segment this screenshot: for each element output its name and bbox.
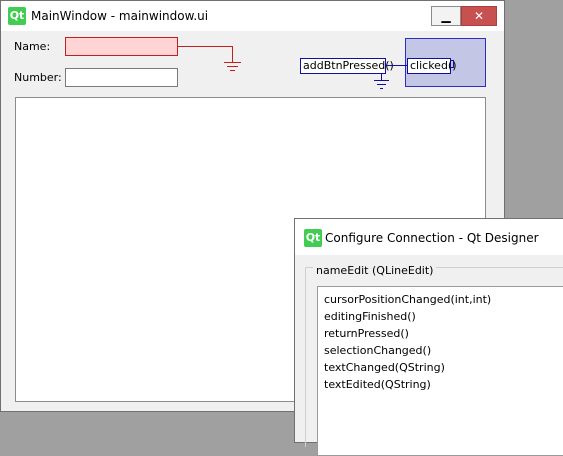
dangling-connection-wire bbox=[178, 46, 232, 47]
dangling-connection-wire bbox=[232, 46, 233, 62]
ground-icon bbox=[374, 80, 389, 81]
list-item[interactable]: editingFinished() bbox=[324, 308, 563, 325]
qt-logo-icon: Qt bbox=[304, 229, 322, 247]
ground-icon bbox=[377, 84, 386, 85]
dialog-title: Configure Connection - Qt Designer bbox=[325, 231, 539, 245]
number-edit[interactable] bbox=[65, 68, 178, 87]
ground-icon bbox=[227, 66, 238, 67]
list-item[interactable]: textChanged(QString) bbox=[324, 359, 563, 376]
minimize-button[interactable]: ▁ bbox=[431, 6, 461, 26]
signal-list[interactable]: cursorPositionChanged(int,int) editingFi… bbox=[317, 286, 563, 456]
ground-icon bbox=[380, 88, 383, 89]
main-window-title: MainWindow - mainwindow.ui bbox=[31, 9, 209, 23]
ground-icon bbox=[230, 70, 235, 71]
close-button[interactable]: ✕ bbox=[461, 6, 497, 26]
connection-wire bbox=[381, 73, 382, 80]
list-item[interactable]: returnPressed() bbox=[324, 325, 563, 342]
list-item[interactable]: textEdited(QString) bbox=[324, 376, 563, 393]
number-label: Number: bbox=[14, 71, 62, 84]
ground-icon bbox=[224, 62, 241, 63]
dialog-titlebar[interactable]: Qt Configure Connection - Qt Designer bbox=[295, 219, 563, 255]
connection-wire bbox=[386, 65, 407, 66]
name-label: Name: bbox=[14, 40, 51, 53]
slot-label[interactable]: addBtnPressed() bbox=[300, 58, 394, 74]
name-edit[interactable] bbox=[65, 37, 178, 56]
main-window-titlebar[interactable]: Qt MainWindow - mainwindow.ui ▁ ✕ bbox=[1, 1, 504, 31]
list-item[interactable]: selectionChanged() bbox=[324, 342, 563, 359]
list-item[interactable]: cursorPositionChanged(int,int) bbox=[324, 291, 563, 308]
signal-label[interactable]: clicked() bbox=[407, 58, 457, 74]
configure-connection-dialog: Qt Configure Connection - Qt Designer na… bbox=[294, 218, 563, 456]
connection-endpoint-icon bbox=[450, 60, 454, 68]
sender-group-title: nameEdit (QLineEdit) bbox=[313, 264, 437, 277]
qt-logo-icon: Qt bbox=[8, 7, 26, 25]
